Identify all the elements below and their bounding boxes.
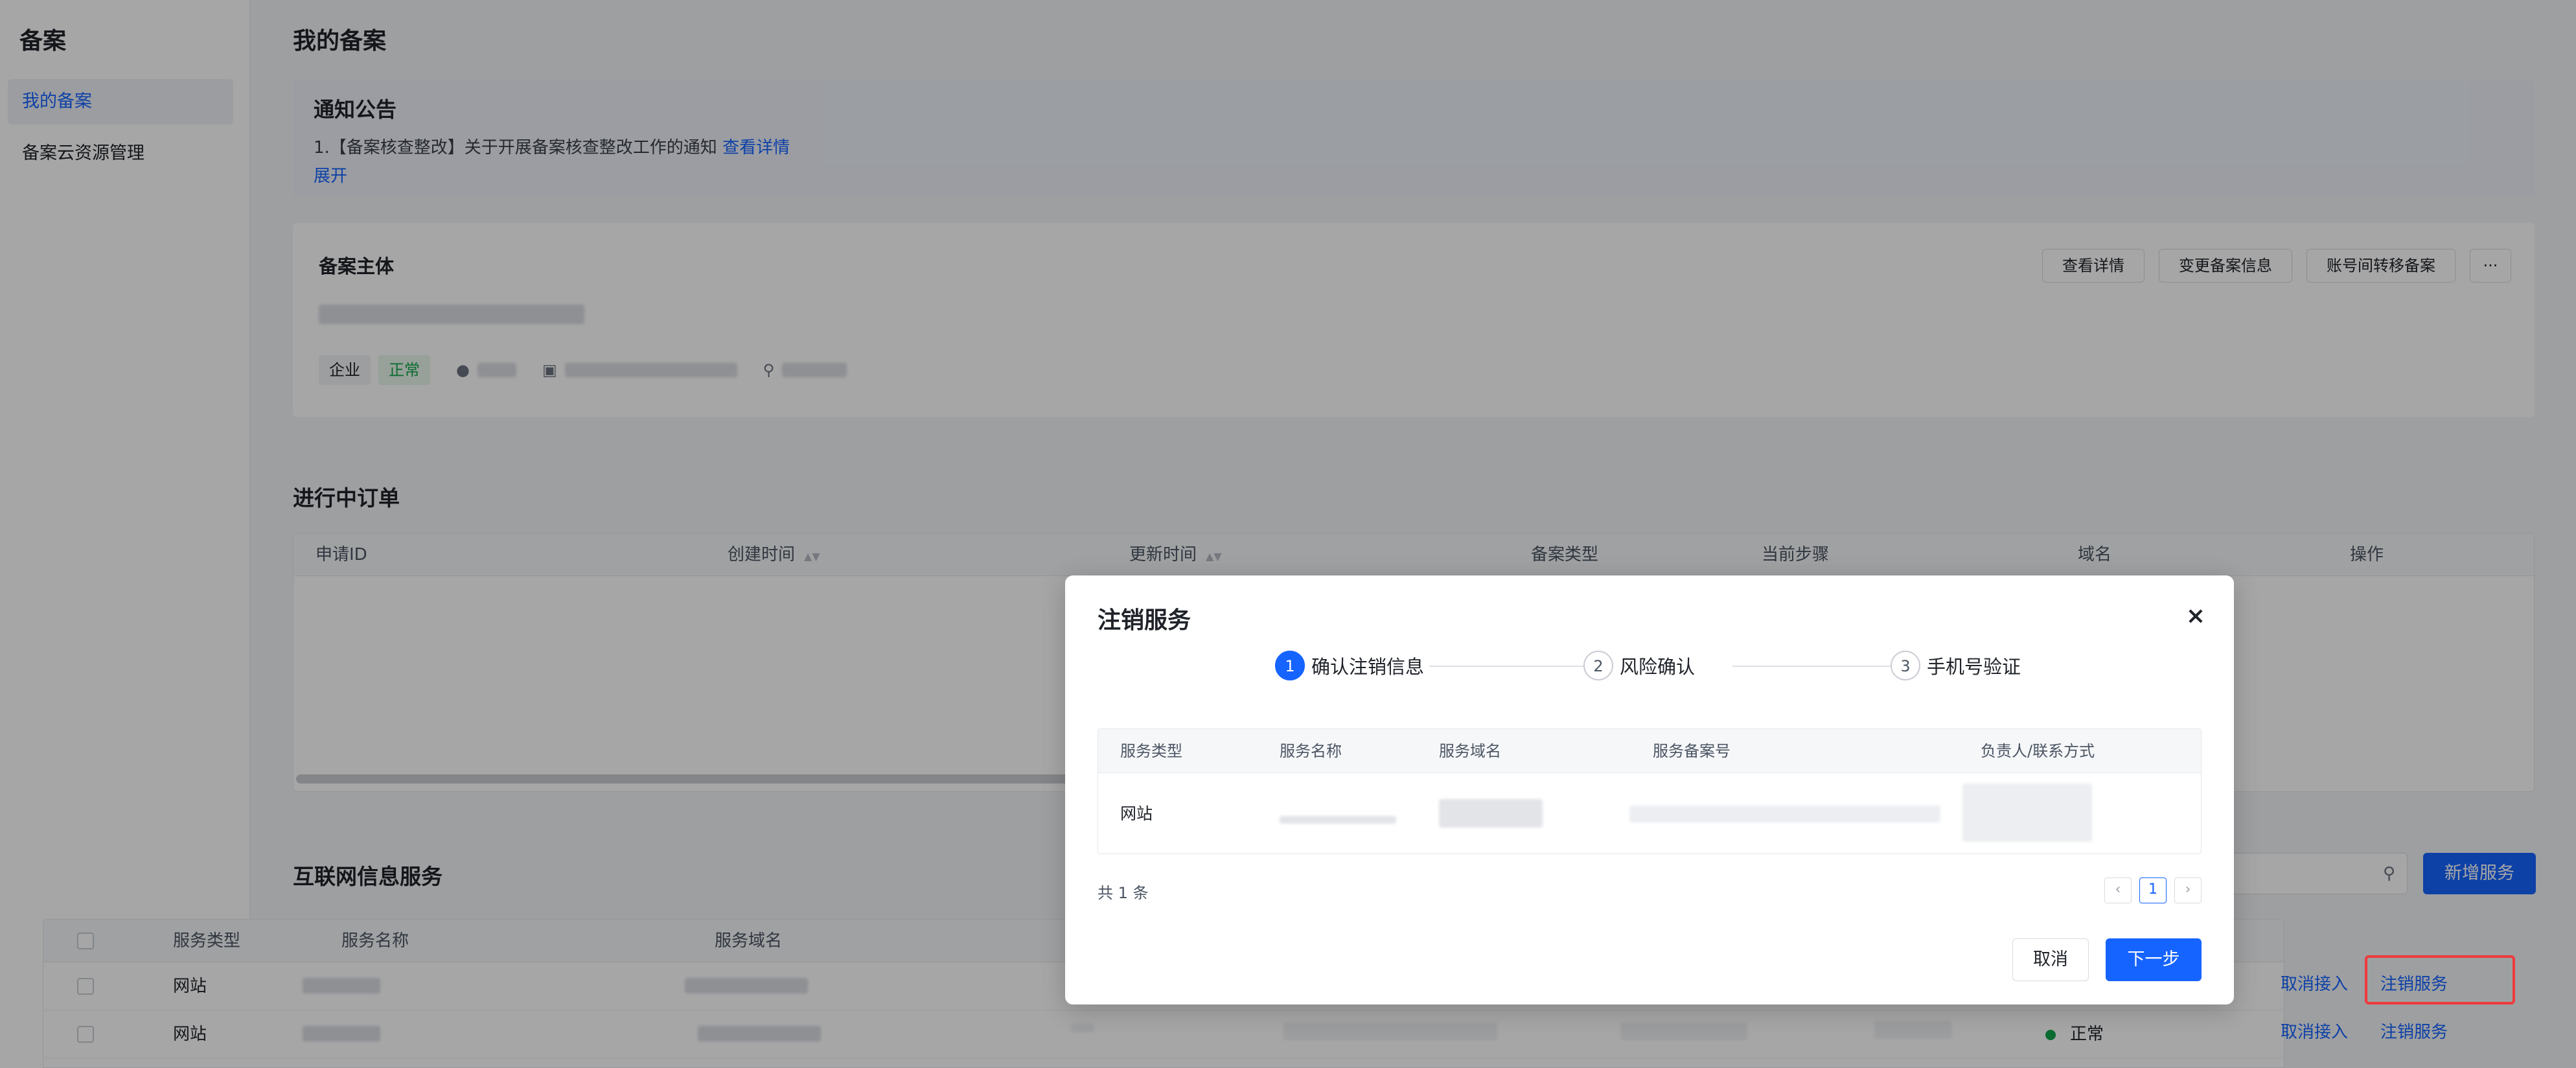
col-service-filing-number: 服务备案号 <box>1653 742 1731 760</box>
service-domain-redacted <box>1439 799 1543 828</box>
page-1-button[interactable]: 1 <box>2139 877 2167 903</box>
filing-number-redacted <box>1629 806 1940 822</box>
step-number: 2 <box>1583 651 1613 680</box>
step-label: 确认注销信息 <box>1311 656 1425 678</box>
step-number: 1 <box>1275 651 1305 680</box>
table-row: 网站 <box>1098 773 2201 853</box>
step-number: 3 <box>1891 651 1920 680</box>
step-3: 3 手机号验证 <box>1891 651 2021 680</box>
step-connector <box>1732 666 1909 667</box>
service-name-redacted <box>1280 816 1396 824</box>
step-label: 风险确认 <box>1620 656 1696 678</box>
owner-contact-redacted <box>1962 784 2092 842</box>
col-service-domain: 服务域名 <box>1439 742 1501 760</box>
deregister-info-table: 服务类型 服务名称 服务域名 服务备案号 负责人/联系方式 网站 <box>1098 728 2202 854</box>
step-2: 2 风险确认 <box>1583 651 1695 680</box>
col-service-name: 服务名称 <box>1280 742 1342 760</box>
cancel-button[interactable]: 取消 <box>2012 938 2089 981</box>
dialog-title: 注销服务 <box>1098 607 1191 634</box>
next-page-button[interactable]: › <box>2174 877 2202 903</box>
row-service-type: 网站 <box>1120 804 1153 823</box>
col-service-type: 服务类型 <box>1120 742 1182 760</box>
dialog-table-header: 服务类型 服务名称 服务域名 服务备案号 负责人/联系方式 <box>1098 729 2201 773</box>
close-icon[interactable]: × <box>2186 603 2205 629</box>
highlight-annotation <box>2365 955 2515 1004</box>
deregister-service-dialog: 注销服务 × 1 确认注销信息 2 风险确认 3 手机号验证 服务类型 服务名称… <box>1065 575 2234 1004</box>
step-1: 1 确认注销信息 <box>1275 651 1424 680</box>
total-count: 共 1 条 <box>1098 884 1149 902</box>
stepper: 1 确认注销信息 2 风险确认 3 手机号验证 <box>1275 651 2040 683</box>
col-owner-contact: 负责人/联系方式 <box>1981 742 2095 760</box>
pagination: ‹ 1 › <box>2104 877 2202 903</box>
next-step-button[interactable]: 下一步 <box>2106 938 2202 981</box>
prev-page-button[interactable]: ‹ <box>2104 877 2132 903</box>
step-connector <box>1429 666 1605 667</box>
step-label: 手机号验证 <box>1927 656 2021 678</box>
